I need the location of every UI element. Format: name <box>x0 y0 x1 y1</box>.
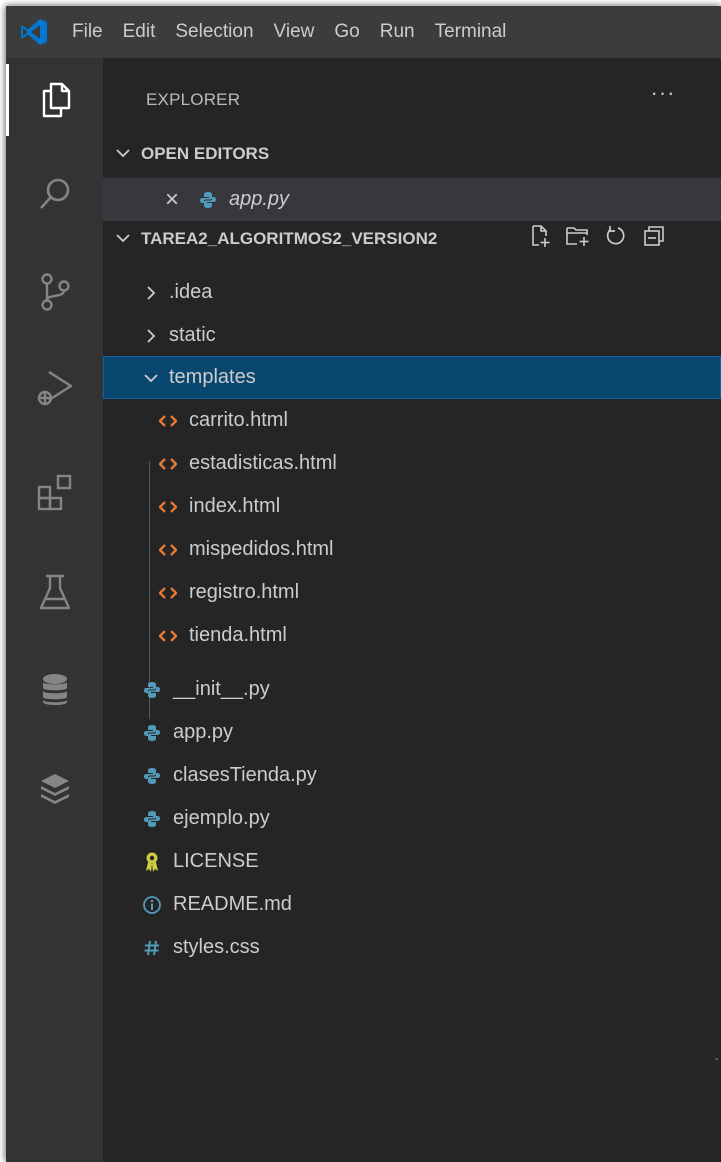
run-debug-icon[interactable] <box>6 352 103 424</box>
chevron-down-icon <box>141 372 161 384</box>
new-folder-icon[interactable] <box>563 221 593 251</box>
tree-item-label: registro.html <box>189 581 300 603</box>
menu-go[interactable]: Go <box>324 6 369 58</box>
menu-run[interactable]: Run <box>370 6 425 58</box>
tree-item-label: ejemplo.py <box>173 807 270 829</box>
source-control-icon[interactable] <box>6 256 103 328</box>
tree-item-label: mispedidos.html <box>189 538 334 560</box>
workspace-folder-label: TAREA2_ALGORITMOS2_VERSION2 <box>141 229 438 248</box>
open-editors-header[interactable]: OPEN EDITORS <box>103 136 721 172</box>
explorer-title: EXPLORER <box>146 90 241 109</box>
tree-item-label: index.html <box>189 495 281 517</box>
menu-bar: File Edit Selection View Go Run Terminal <box>6 6 721 58</box>
chevron-right-icon <box>141 328 161 344</box>
stack-icon[interactable] <box>6 752 103 824</box>
tree-item-label: .idea <box>169 281 213 303</box>
html-file-icon <box>157 496 179 518</box>
tree-file-init[interactable]: __init__.py <box>103 668 721 711</box>
tree-file-estadisticas[interactable]: estadisticas.html <box>103 442 721 485</box>
chevron-down-icon <box>115 144 133 164</box>
tree-item-label: templates <box>169 366 256 388</box>
tree-item-label: carrito.html <box>189 409 288 431</box>
tree-file-tienda[interactable]: tienda.html <box>103 614 721 657</box>
collapse-all-icon[interactable] <box>639 221 669 251</box>
tree-file-clasestienda[interactable]: clasesTienda.py <box>103 754 721 797</box>
folder-actions <box>525 221 669 251</box>
tree-file-styles[interactable]: styles.css <box>103 926 721 969</box>
tree-file-registro[interactable]: registro.html <box>103 571 721 614</box>
tree-file-index[interactable]: index.html <box>103 485 721 528</box>
tree-item-label: LICENSE <box>173 850 259 872</box>
tree-file-carrito[interactable]: carrito.html <box>103 399 721 442</box>
explorer-sidebar: EXPLORER ··· OPEN EDITORS × app.py TAREA… <box>103 58 721 1162</box>
tree-item-label: styles.css <box>173 936 260 958</box>
tree-item-label: tienda.html <box>189 624 287 646</box>
menu-edit[interactable]: Edit <box>113 6 166 58</box>
extensions-icon[interactable] <box>6 456 103 528</box>
database-icon[interactable] <box>6 654 103 726</box>
html-file-icon <box>157 453 179 475</box>
close-icon[interactable]: × <box>161 186 183 214</box>
activity-bar <box>6 58 103 1162</box>
tree-item-label: clasesTienda.py <box>173 764 317 786</box>
menu-selection[interactable]: Selection <box>165 6 263 58</box>
python-file-icon <box>197 189 219 211</box>
menu-file[interactable]: File <box>62 6 113 58</box>
python-file-icon <box>141 722 163 744</box>
python-file-icon <box>141 808 163 830</box>
html-file-icon <box>157 625 179 647</box>
open-editor-label: app.py <box>229 188 290 210</box>
css-hash-icon <box>141 937 163 959</box>
explorer-icon[interactable] <box>6 64 103 136</box>
tree-folder-idea[interactable]: .idea <box>103 271 721 314</box>
tree-file-readme[interactable]: README.md <box>103 883 721 926</box>
html-file-icon <box>157 410 179 432</box>
vscode-logo-icon <box>6 6 62 58</box>
refresh-icon[interactable] <box>601 221 631 251</box>
tree-file-license[interactable]: LICENSE <box>103 840 721 883</box>
more-actions-button[interactable]: ··· <box>643 80 683 112</box>
tree-item-label: README.md <box>173 893 292 915</box>
menu-view[interactable]: View <box>264 6 325 58</box>
tree-folder-templates[interactable]: templates <box>103 356 721 399</box>
tree-item-label: app.py <box>173 721 234 743</box>
tree-file-app[interactable]: app.py <box>103 711 721 754</box>
tree-folder-static[interactable]: static <box>103 314 721 357</box>
license-icon <box>141 851 163 873</box>
search-icon[interactable] <box>6 158 103 230</box>
menu-terminal[interactable]: Terminal <box>425 6 517 58</box>
tree-file-mispedidos[interactable]: mispedidos.html <box>103 528 721 571</box>
tree-file-ejemplo[interactable]: ejemplo.py <box>103 797 721 840</box>
open-editor-item[interactable]: × app.py <box>103 178 721 221</box>
chevron-right-icon <box>141 285 161 301</box>
html-file-icon <box>157 582 179 604</box>
testing-icon[interactable] <box>6 556 103 628</box>
python-file-icon <box>141 765 163 787</box>
tree-item-label: static <box>169 324 216 346</box>
open-editors-label: OPEN EDITORS <box>141 144 270 163</box>
info-icon <box>141 894 163 916</box>
vscode-window: File Edit Selection View Go Run Terminal <box>6 6 721 1162</box>
sash-divider[interactable] <box>715 1058 718 1060</box>
new-file-icon[interactable] <box>525 221 555 251</box>
html-file-icon <box>157 539 179 561</box>
tree-item-label: estadisticas.html <box>189 452 337 474</box>
tree-item-label: __init__.py <box>173 678 270 700</box>
chevron-down-icon <box>115 229 133 249</box>
python-file-icon <box>141 679 163 701</box>
